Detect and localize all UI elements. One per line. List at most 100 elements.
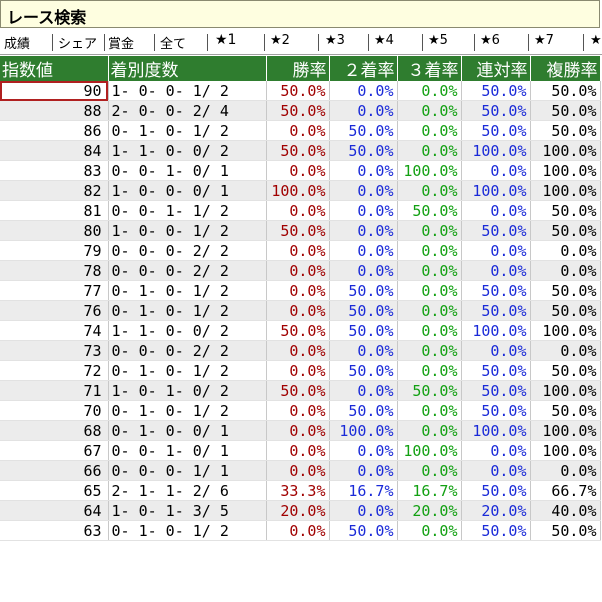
column-header-index-value[interactable]: 指数値 — [0, 56, 109, 81]
column-header-rentai-rate[interactable]: 連対率 — [461, 56, 531, 81]
cell-fukusho-rate: 50.0% — [530, 200, 601, 221]
table-row[interactable]: 74 1- 1- 0- 0/ 2 50.0% 50.0% 0.0% 100.0% 100.0… — [0, 320, 601, 341]
cell-rentai-rate: 0.0% — [461, 340, 531, 361]
cell-third-rate: 0.0% — [397, 280, 462, 301]
cell-rentai-rate: 0.0% — [461, 240, 531, 261]
column-header-third-rate[interactable]: ３着率 — [397, 56, 462, 81]
cell-index-value: 80 — [0, 220, 109, 241]
cell-fukusho-rate: 50.0% — [530, 81, 601, 101]
cell-second-rate: 50.0% — [329, 280, 398, 301]
cell-rentai-rate: 0.0% — [461, 200, 531, 221]
table-row[interactable]: 73 0- 0- 0- 2/ 2 0.0% 0.0% 0.0% 0.0% 0.0% — [0, 340, 601, 361]
cell-index-value: 78 — [0, 260, 109, 281]
cell-win-rate: 33.3% — [266, 480, 330, 501]
column-header-fukusho-rate[interactable]: 複勝率 — [530, 56, 601, 81]
tab-divider — [318, 34, 319, 51]
cell-second-rate: 0.0% — [329, 440, 398, 461]
cell-win-rate: 0.0% — [266, 300, 330, 321]
cell-second-rate: 100.0% — [329, 420, 398, 441]
cell-win-rate: 100.0% — [266, 180, 330, 201]
tab-star7[interactable]: ★7 — [534, 33, 554, 48]
cell-index-value: 83 — [0, 160, 109, 181]
table-row[interactable]: 78 0- 0- 0- 2/ 2 0.0% 0.0% 0.0% 0.0% 0.0% — [0, 260, 601, 281]
tab-star3[interactable]: ★3 — [325, 33, 345, 48]
cell-index-value: 70 — [0, 400, 109, 421]
cell-win-rate: 0.0% — [266, 200, 330, 221]
table-row[interactable]: 64 1- 0- 1- 3/ 5 20.0% 0.0% 20.0% 20.0% 40.0% — [0, 500, 601, 521]
table-header-row: 指数値 着別度数 勝率 ２着率 ３着率 連対率 複勝率 — [0, 56, 601, 81]
tab-prize[interactable]: 賞金 — [108, 33, 134, 52]
cell-win-rate: 50.0% — [266, 100, 330, 121]
table-row[interactable]: 63 0- 1- 0- 1/ 2 0.0% 50.0% 0.0% 50.0% 50.0% — [0, 520, 601, 541]
tab-star2[interactable]: ★2 — [270, 33, 290, 48]
table-row[interactable]: 84 1- 1- 0- 0/ 2 50.0% 50.0% 0.0% 100.0% 100.0… — [0, 140, 601, 161]
cell-finish-record: 0- 1- 0- 1/ 2 — [108, 280, 267, 301]
cell-third-rate: 0.0% — [397, 300, 462, 321]
cell-second-rate: 0.0% — [329, 460, 398, 481]
table-row[interactable]: 71 1- 0- 1- 0/ 2 50.0% 0.0% 50.0% 50.0% 100.0% — [0, 380, 601, 401]
cell-fukusho-rate: 100.0% — [530, 140, 601, 161]
table-row[interactable]: 80 1- 0- 0- 1/ 2 50.0% 0.0% 0.0% 50.0% 50.0% — [0, 220, 601, 241]
cell-fukusho-rate: 100.0% — [530, 320, 601, 341]
cell-win-rate: 0.0% — [266, 240, 330, 261]
cell-fukusho-rate: 50.0% — [530, 400, 601, 421]
cell-third-rate: 0.0% — [397, 320, 462, 341]
table-row[interactable]: 81 0- 0- 1- 1/ 2 0.0% 0.0% 50.0% 0.0% 50.0% — [0, 200, 601, 221]
table-row[interactable]: 79 0- 0- 0- 2/ 2 0.0% 0.0% 0.0% 0.0% 0.0% — [0, 240, 601, 261]
cell-fukusho-rate: 100.0% — [530, 160, 601, 181]
cell-fukusho-rate: 100.0% — [530, 420, 601, 441]
tab-star5[interactable]: ★5 — [428, 33, 448, 48]
cell-second-rate: 50.0% — [329, 320, 398, 341]
cell-finish-record: 1- 1- 0- 0/ 2 — [108, 140, 267, 161]
cell-finish-record: 0- 1- 0- 1/ 2 — [108, 300, 267, 321]
cell-finish-record: 0- 0- 0- 1/ 1 — [108, 460, 267, 481]
table-row[interactable]: 86 0- 1- 0- 1/ 2 0.0% 50.0% 0.0% 50.0% 50.0% — [0, 120, 601, 141]
cell-finish-record: 0- 0- 0- 2/ 2 — [108, 240, 267, 261]
table-row[interactable]: 77 0- 1- 0- 1/ 2 0.0% 50.0% 0.0% 50.0% 50.0% — [0, 280, 601, 301]
cell-index-value: 72 — [0, 360, 109, 381]
table-row[interactable]: 82 1- 0- 0- 0/ 1 100.0% 0.0% 0.0% 100.0% 100.0… — [0, 180, 601, 201]
table-row[interactable]: 76 0- 1- 0- 1/ 2 0.0% 50.0% 0.0% 50.0% 50.0% — [0, 300, 601, 321]
window-title: レース検索 — [7, 8, 87, 27]
tab-star1[interactable]: ★1 — [215, 32, 236, 48]
table-row[interactable]: 88 2- 0- 0- 2/ 4 50.0% 0.0% 0.0% 50.0% 50.0% — [0, 100, 601, 121]
cell-second-rate: 0.0% — [329, 220, 398, 241]
column-header-win-rate[interactable]: 勝率 — [266, 56, 330, 81]
cell-rentai-rate: 100.0% — [461, 320, 531, 341]
column-header-second-rate[interactable]: ２着率 — [329, 56, 398, 81]
cell-index-value: 86 — [0, 120, 109, 141]
table-row[interactable]: 72 0- 1- 0- 1/ 2 0.0% 50.0% 0.0% 50.0% 50.0% — [0, 360, 601, 381]
cell-rentai-rate: 20.0% — [461, 500, 531, 521]
cell-index-value: 84 — [0, 140, 109, 161]
table-row[interactable]: 70 0- 1- 0- 1/ 2 0.0% 50.0% 0.0% 50.0% 50.0% — [0, 400, 601, 421]
cell-finish-record: 1- 0- 0- 0/ 1 — [108, 180, 267, 201]
tab-star8[interactable]: ★ — [590, 33, 602, 48]
tab-star6[interactable]: ★6 — [480, 33, 500, 48]
cell-win-rate: 50.0% — [266, 140, 330, 161]
tab-results[interactable]: 成績 — [4, 33, 30, 52]
table-row[interactable]: 65 2- 1- 1- 2/ 6 33.3% 16.7% 16.7% 50.0% 66.7% — [0, 480, 601, 501]
tab-all[interactable]: 全て — [160, 33, 186, 52]
table-row[interactable]: 90 1- 0- 0- 1/ 2 50.0% 0.0% 0.0% 50.0% 50.0% — [0, 81, 601, 101]
cell-rentai-rate: 50.0% — [461, 360, 531, 381]
cell-rentai-rate: 0.0% — [461, 460, 531, 481]
table-row[interactable]: 66 0- 0- 0- 1/ 1 0.0% 0.0% 0.0% 0.0% 0.0% — [0, 460, 601, 481]
cell-finish-record: 0- 1- 0- 1/ 2 — [108, 360, 267, 381]
table-row[interactable]: 68 0- 1- 0- 0/ 1 0.0% 100.0% 0.0% 100.0% 100.0… — [0, 420, 601, 441]
cell-fukusho-rate: 0.0% — [530, 260, 601, 281]
tab-divider — [207, 34, 208, 51]
cell-rentai-rate: 50.0% — [461, 380, 531, 401]
table-row[interactable]: 83 0- 0- 1- 0/ 1 0.0% 0.0% 100.0% 0.0% 100.0% — [0, 160, 601, 181]
cell-third-rate: 0.0% — [397, 360, 462, 381]
cell-finish-record: 1- 0- 0- 1/ 2 — [108, 81, 267, 101]
cell-third-rate: 20.0% — [397, 500, 462, 521]
column-header-finish-record[interactable]: 着別度数 — [108, 56, 267, 81]
table-row[interactable]: 67 0- 0- 1- 0/ 1 0.0% 0.0% 100.0% 0.0% 100.0% — [0, 440, 601, 461]
tab-star4[interactable]: ★4 — [374, 33, 394, 48]
tab-share[interactable]: シェア — [58, 33, 97, 52]
cell-fukusho-rate: 50.0% — [530, 280, 601, 301]
cell-win-rate: 0.0% — [266, 160, 330, 181]
cell-fukusho-rate: 66.7% — [530, 480, 601, 501]
cell-win-rate: 50.0% — [266, 320, 330, 341]
cell-fukusho-rate: 100.0% — [530, 440, 601, 461]
